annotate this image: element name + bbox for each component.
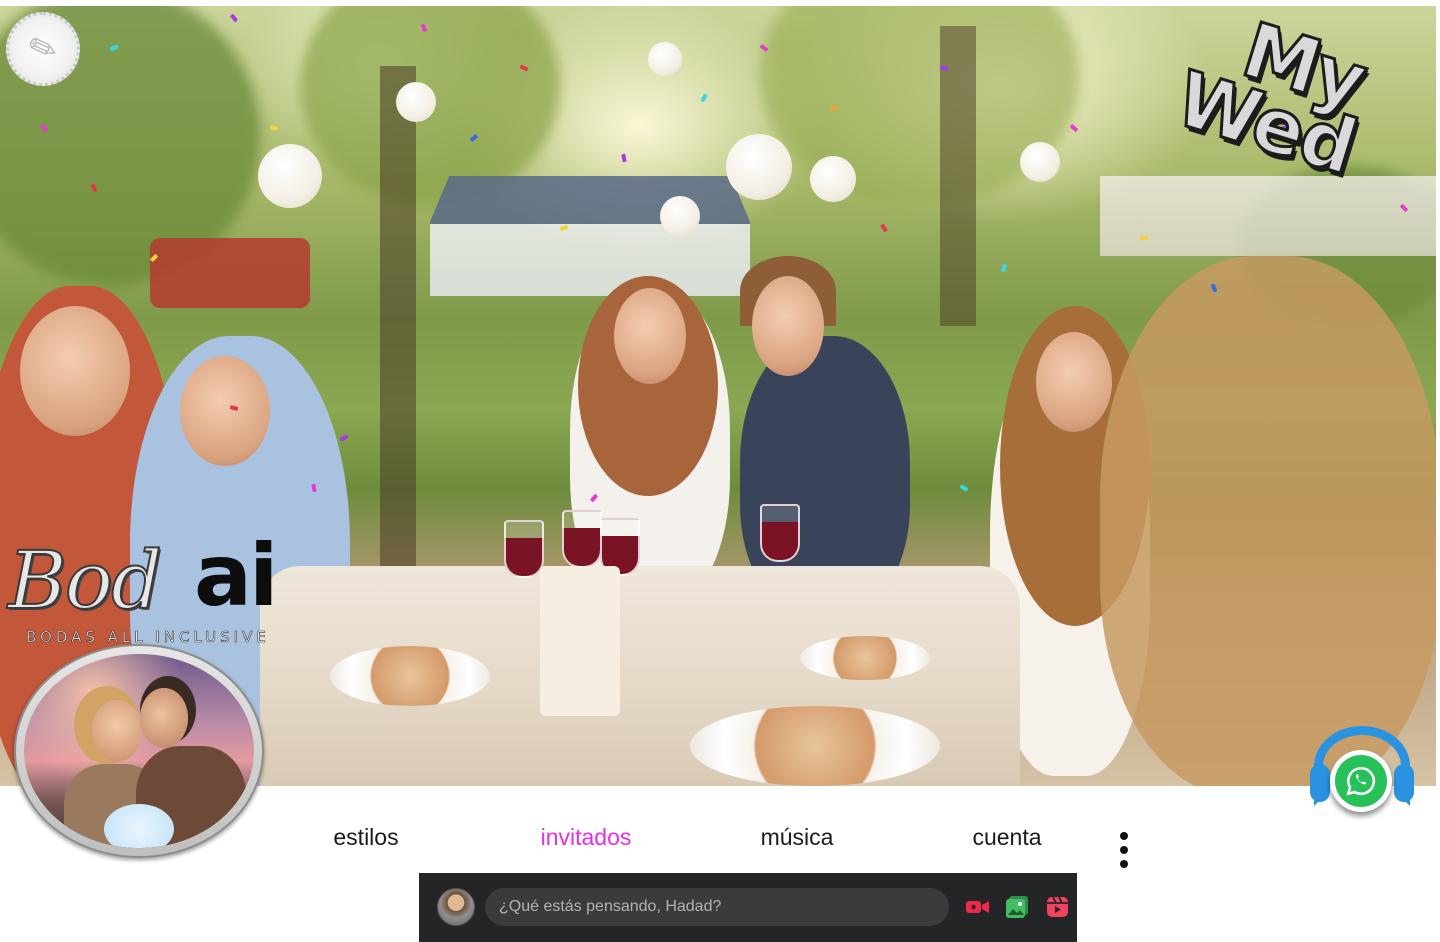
feather-icon: ✎	[22, 25, 64, 73]
whatsapp-button[interactable]	[1308, 720, 1416, 816]
tab-invitados[interactable]: invitados	[522, 824, 650, 851]
couple-photo	[24, 654, 254, 848]
background-house	[430, 176, 750, 296]
tab-musica[interactable]: música	[742, 824, 852, 851]
photo-video-icon[interactable]	[1005, 895, 1031, 919]
bodai-logo: Bod ai BODAS ALL INCLUSIVE	[6, 526, 306, 652]
reel-icon[interactable]	[1045, 895, 1071, 919]
live-video-icon[interactable]	[965, 895, 991, 919]
profile-nav: estilos invitados música cuenta	[0, 820, 1440, 868]
vertical-ellipsis-icon	[1120, 832, 1128, 840]
post-input[interactable]	[485, 888, 949, 926]
tab-cuenta[interactable]: cuenta	[956, 824, 1058, 851]
whatsapp-icon	[1335, 755, 1387, 807]
user-avatar[interactable]	[437, 888, 475, 926]
more-options-button[interactable]	[1114, 830, 1134, 870]
bodai-logo-script: Bod	[7, 533, 163, 628]
corner-badge: ✎	[6, 12, 80, 86]
post-composer	[419, 873, 1077, 942]
bodai-logo-ai: ai	[194, 526, 278, 626]
tab-estilos[interactable]: estilos	[316, 824, 416, 851]
